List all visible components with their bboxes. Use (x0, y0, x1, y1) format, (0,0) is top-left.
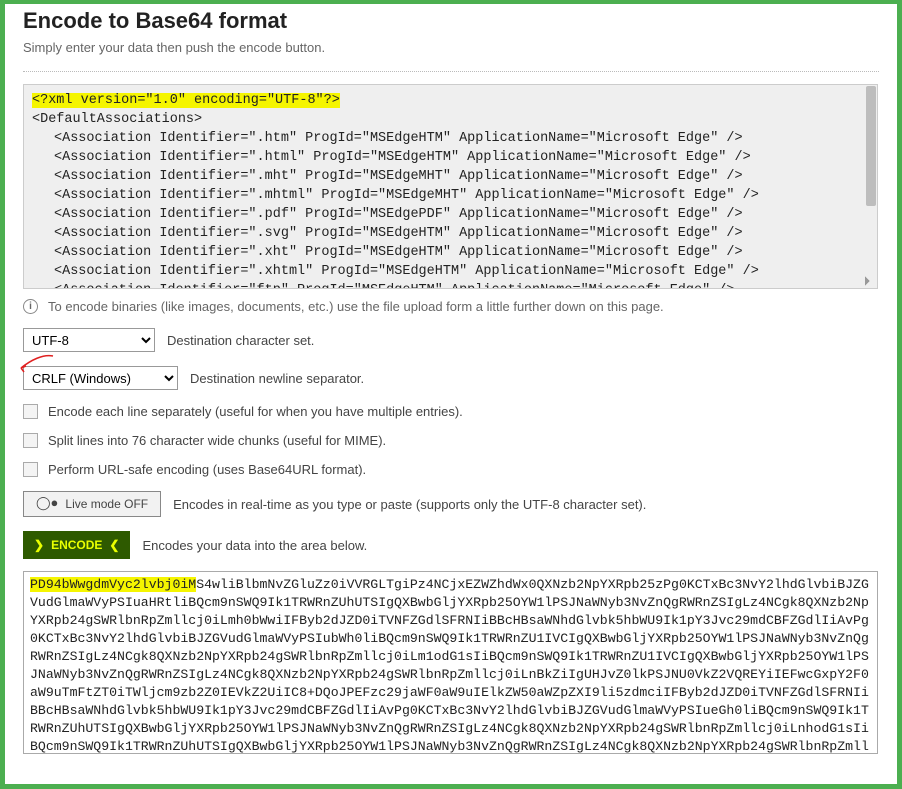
live-mode-desc: Encodes in real-time as you type or past… (173, 497, 646, 512)
encode-desc: Encodes your data into the area below. (142, 538, 367, 553)
live-mode-label: Live mode OFF (65, 497, 148, 511)
encode-each-line-label: Encode each line separately (useful for … (48, 404, 463, 419)
encode-each-line-checkbox[interactable] (23, 404, 38, 419)
split-lines-checkbox[interactable] (23, 433, 38, 448)
destination-charset-label: Destination character set. (167, 333, 314, 348)
xml-assoc-line: <Association Identifier=".xht" ProgId="M… (32, 243, 869, 262)
xml-assoc-line: <Association Identifier=".svg" ProgId="M… (32, 224, 869, 243)
page-subtitle: Simply enter your data then push the enc… (23, 40, 879, 55)
xml-assoc-line: <Association Identifier=".mhtml" ProgId=… (32, 186, 869, 205)
xml-input-textarea[interactable]: <?xml version="1.0" encoding="UTF-8"?> <… (23, 84, 878, 289)
live-mode-toggle[interactable]: ◯● Live mode OFF (23, 491, 161, 517)
xml-assoc-list: <Association Identifier=".htm" ProgId="M… (32, 129, 869, 289)
xml-assoc-line: <Association Identifier=".xhtml" ProgId=… (32, 262, 869, 281)
output-textarea[interactable]: PD94bWwgdmVyc2lvbj0iMS4wliBlbmNvZGluZz0i… (23, 571, 878, 754)
xml-assoc-line: <Association Identifier=".html" ProgId="… (32, 148, 869, 167)
xml-root-open: <DefaultAssociations> (32, 110, 869, 129)
split-lines-label: Split lines into 76 character wide chunk… (48, 433, 386, 448)
encode-button[interactable]: ❯ ENCODE ❮ (23, 531, 130, 559)
xml-assoc-line: <Association Identifier="ftp" ProgId="MS… (32, 281, 869, 289)
xml-assoc-line: <Association Identifier=".htm" ProgId="M… (32, 129, 869, 148)
chevron-right-icon: ❯ (34, 538, 44, 552)
xml-declaration: <?xml version="1.0" encoding="UTF-8"?> (32, 93, 340, 108)
xml-assoc-line: <Association Identifier=".mht" ProgId="M… (32, 167, 869, 186)
info-icon: i (23, 299, 38, 314)
xml-assoc-line: <Association Identifier=".pdf" ProgId="M… (32, 205, 869, 224)
red-arrow-annotation-icon (15, 350, 55, 374)
page-title: Encode to Base64 format (23, 4, 879, 34)
encode-button-label: ENCODE (51, 538, 102, 552)
destination-charset-select[interactable]: UTF-8 (23, 328, 155, 352)
scrollbar-thumb[interactable] (866, 86, 876, 206)
divider (23, 71, 879, 72)
output-body: S4wliBlbmNvZGluZz0iVVRGLTgiPz4NCjxEZWZhd… (30, 577, 869, 754)
output-highlight: PD94bWwgdmVyc2lvbj0iM (30, 577, 196, 592)
url-safe-checkbox[interactable] (23, 462, 38, 477)
info-text: To encode binaries (like images, documen… (48, 299, 664, 314)
url-safe-label: Perform URL-safe encoding (uses Base64UR… (48, 462, 366, 477)
chevron-left-icon: ❮ (109, 538, 119, 552)
resize-handle-icon[interactable] (865, 276, 875, 286)
toggle-off-icon: ◯● (36, 495, 58, 511)
newline-separator-label: Destination newline separator. (190, 371, 364, 386)
